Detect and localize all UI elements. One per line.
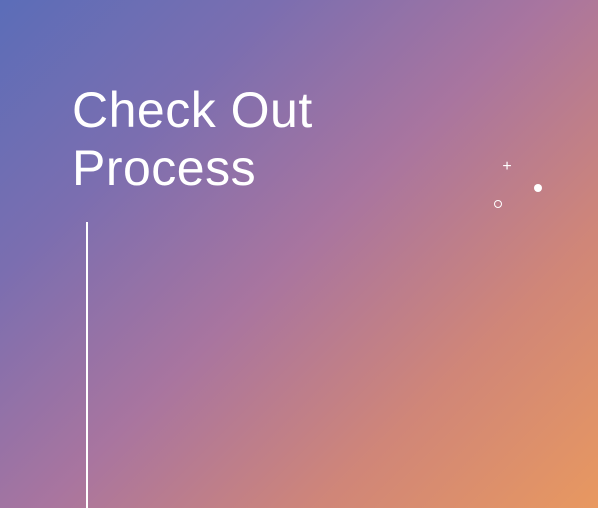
plus-icon: +	[500, 160, 514, 174]
title-line-1: Check Out	[72, 82, 313, 138]
slide: Check Out Process +	[0, 0, 598, 508]
dot-outline-icon	[494, 200, 502, 208]
dot-filled-icon	[534, 184, 542, 192]
title-line-2: Process	[72, 140, 256, 196]
slide-title: Check Out Process	[72, 82, 313, 197]
vertical-rule-decoration	[86, 222, 88, 508]
decorative-shapes: +	[470, 158, 550, 218]
